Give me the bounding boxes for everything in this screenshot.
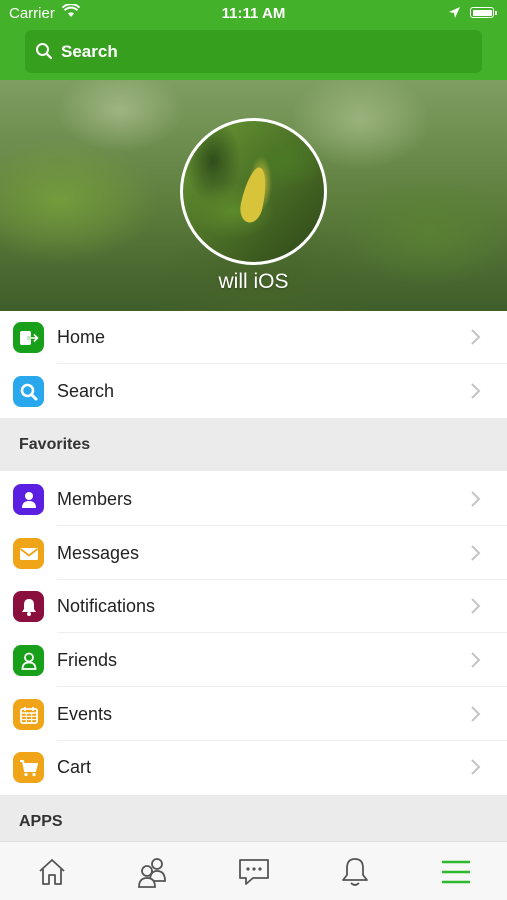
section-header-favorites: Favorites — [0, 418, 507, 471]
bell-icon — [13, 591, 44, 622]
menu-item-label: Cart — [57, 757, 92, 777]
chevron-right-icon — [471, 545, 481, 561]
search-label: Search — [61, 42, 118, 61]
menu-item-label: Search — [57, 381, 115, 401]
divider — [57, 363, 507, 364]
menu-item-label: Friends — [57, 650, 118, 670]
home-exit-icon — [13, 322, 44, 353]
menu-item-label: Events — [57, 704, 113, 724]
chevron-right-icon — [471, 383, 481, 399]
section-title: APPS — [19, 813, 63, 830]
menu-item-label: Notifications — [57, 596, 156, 616]
search-bar[interactable]: Search — [25, 30, 482, 73]
chevron-right-icon — [471, 706, 481, 722]
menu-tab-icon[interactable] — [438, 856, 474, 890]
menu-item-home[interactable]: Home — [0, 311, 507, 364]
messages-tab-icon[interactable] — [236, 856, 272, 890]
calendar-icon — [13, 699, 44, 730]
search-icon — [36, 43, 53, 60]
menu-item-label: Home — [57, 327, 106, 347]
status-bar: Carrier 11:11 AM — [0, 0, 507, 28]
tab-bar — [0, 841, 507, 900]
cart-icon — [13, 752, 44, 783]
battery-icon — [470, 7, 497, 18]
section-header-apps: APPS — [0, 795, 507, 841]
chevron-right-icon — [471, 329, 481, 345]
members-tab-icon[interactable] — [135, 856, 171, 890]
profile-name[interactable]: will iOS — [0, 270, 507, 294]
chevron-right-icon — [471, 491, 481, 507]
menu-item-friends[interactable]: Friends — [0, 634, 507, 687]
search-icon — [13, 376, 44, 407]
menu-item-label: Messages — [57, 543, 140, 563]
location-arrow-icon — [448, 6, 461, 23]
top-bar: Carrier 11:11 AM Search — [0, 0, 507, 80]
member-icon — [13, 484, 44, 515]
menu-item-events[interactable]: Events — [0, 688, 507, 741]
avatar[interactable] — [180, 118, 327, 265]
menu-item-notifications[interactable]: Notifications — [0, 580, 507, 633]
menu-item-label: Members — [57, 489, 133, 509]
divider — [57, 632, 507, 633]
chevron-right-icon — [471, 652, 481, 668]
home-tab-icon[interactable] — [34, 856, 70, 890]
divider — [57, 525, 507, 526]
avatar-leaf — [237, 165, 271, 225]
menu-item-messages[interactable]: Messages — [0, 527, 507, 580]
section-title: Favorites — [19, 436, 91, 453]
chevron-right-icon — [471, 759, 481, 775]
notifications-tab-icon[interactable] — [337, 856, 373, 890]
chevron-right-icon — [471, 598, 481, 614]
menu-item-cart[interactable]: Cart — [0, 741, 507, 794]
friend-icon — [13, 645, 44, 676]
menu-item-search[interactable]: Search — [0, 365, 507, 418]
clock: 11:11 AM — [221, 5, 286, 22]
divider — [57, 686, 507, 687]
envelope-icon — [13, 538, 44, 569]
menu-item-members[interactable]: Members — [0, 473, 507, 526]
